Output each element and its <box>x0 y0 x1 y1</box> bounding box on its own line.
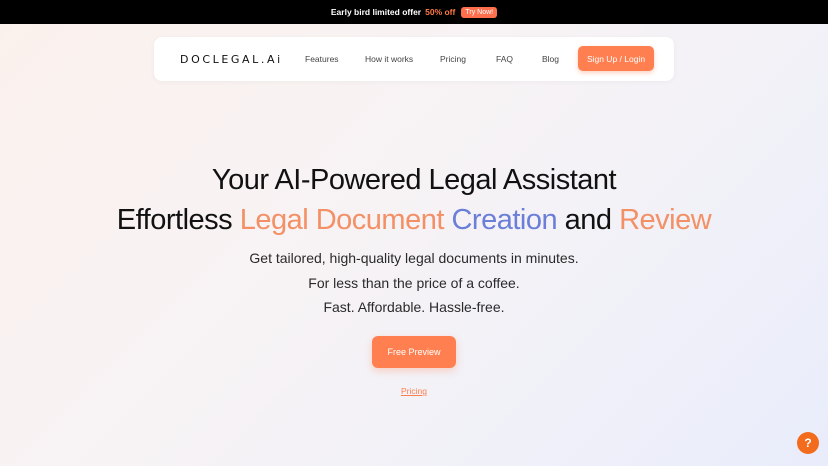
hero-description-3: Fast. Affordable. Hassle-free. <box>323 299 505 315</box>
navbar: DOCLEGAL.Ai Features How it works Pricin… <box>154 37 674 81</box>
promo-text: Early bird limited offer <box>330 7 422 17</box>
hero-subtitle-highlight-2: Creation <box>451 204 558 236</box>
promo-discount: 50% off <box>425 7 456 17</box>
try-now-button[interactable]: Try Now! <box>461 6 498 18</box>
nav-link-features[interactable]: Features <box>305 54 339 64</box>
signup-login-button[interactable]: Sign Up / Login <box>578 46 654 71</box>
nav-link-pricing[interactable]: Pricing <box>440 54 466 64</box>
hero-subtitle: Effortless Legal Document Creation and R… <box>0 204 828 237</box>
hero-subtitle-word-2: and <box>564 204 612 236</box>
hero-description-2: For less than the price of a coffee. <box>308 275 520 291</box>
nav-link-how-it-works[interactable]: How it works <box>365 54 413 64</box>
nav-link-faq[interactable]: FAQ <box>496 54 513 64</box>
hero-subtitle-highlight-3: Review <box>619 204 712 236</box>
hero-description-1: Get tailored, high-quality legal documen… <box>249 250 579 266</box>
hero-subtitle-highlight-1: Legal Document <box>239 204 445 236</box>
free-preview-button[interactable]: Free Preview <box>372 336 456 368</box>
nav-link-blog[interactable]: Blog <box>542 54 559 64</box>
promo-banner: Early bird limited offer 50% off Try Now… <box>0 0 828 24</box>
help-button[interactable]: ? <box>797 432 819 454</box>
hero-title: Your AI-Powered Legal Assistant <box>211 164 617 196</box>
pricing-link[interactable]: Pricing <box>0 386 828 396</box>
logo[interactable]: DOCLEGAL.Ai <box>180 53 283 66</box>
question-icon: ? <box>804 436 812 450</box>
hero-subtitle-word-1: Effortless <box>116 204 233 236</box>
